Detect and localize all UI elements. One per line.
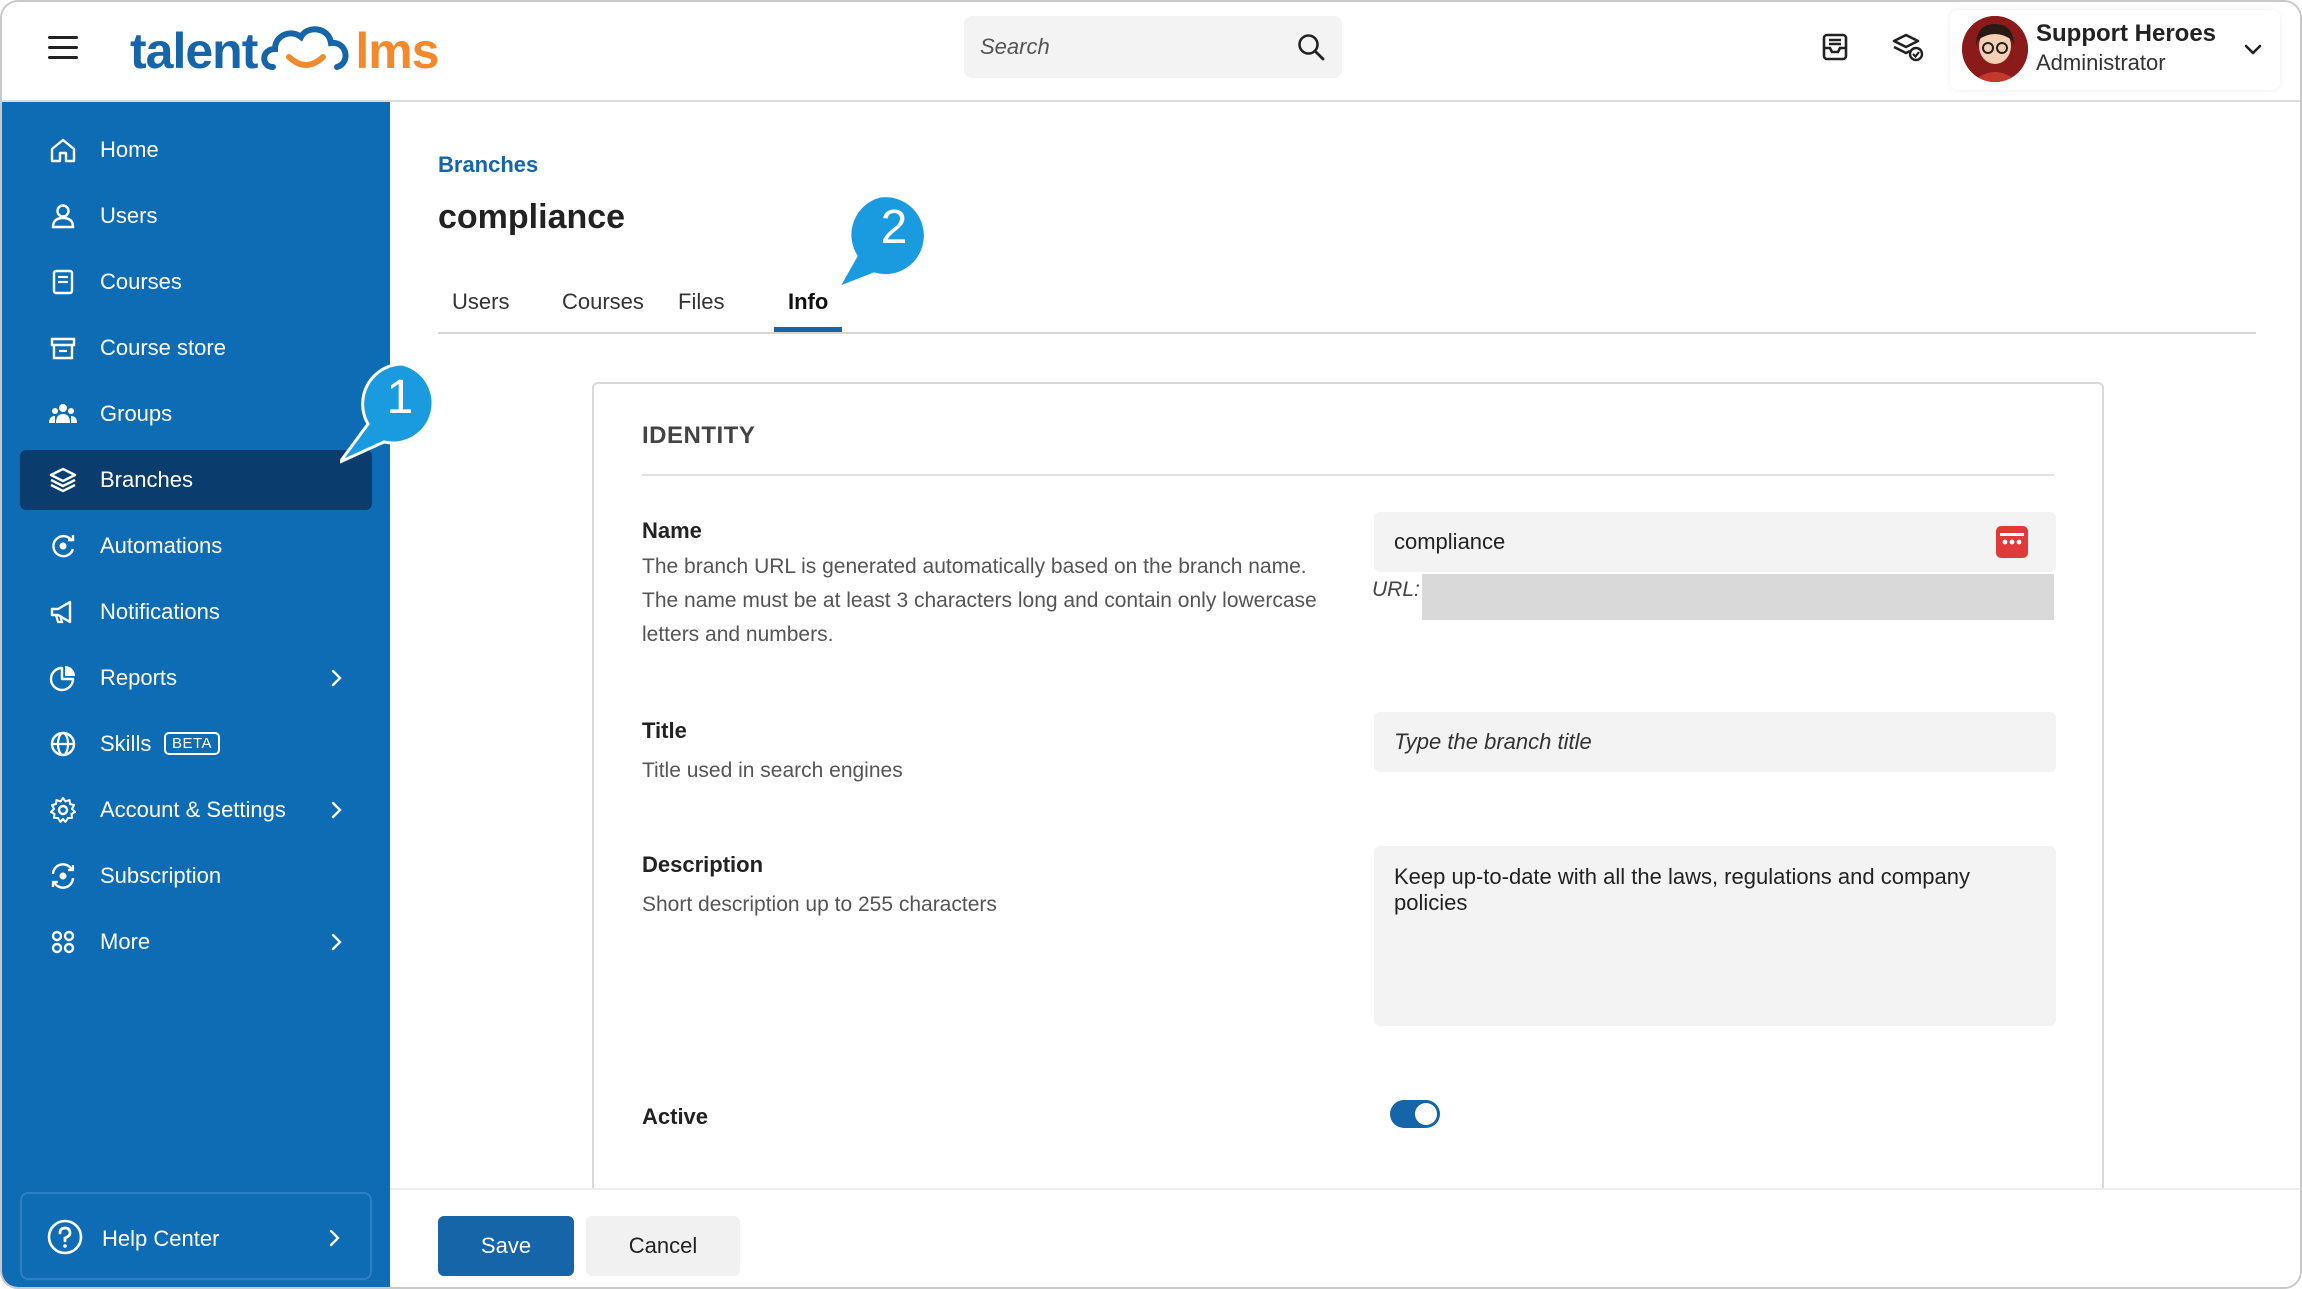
toggle-knob [1415,1103,1437,1125]
sidebar-item-label: Account & Settings [100,797,286,822]
callout-number-2: 2 [880,201,908,254]
sidebar-item-course-store[interactable]: Course store [20,318,372,378]
sidebar-item-more[interactable]: More [20,912,372,972]
tab-files[interactable]: Files [664,282,738,332]
store-icon [50,337,76,360]
grid-icon [51,930,75,954]
sidebar: Home Users Courses Course store Groups B… [2,102,390,1287]
search-input[interactable] [980,16,1280,78]
beta-badge: BETA [164,732,221,755]
sidebar-item-users[interactable]: Users [20,186,372,246]
sidebar-item-automations[interactable]: Automations [20,516,372,576]
title-label: Title [642,718,687,743]
logo-text-talent: talent [130,23,258,79]
chevron-down-icon [2244,44,2262,55]
description-field[interactable]: Keep up-to-date with all the laws, regul… [1374,846,2056,1026]
logo[interactable]: talent lms [130,16,440,86]
sidebar-item-label: Automations [100,533,223,558]
sidebar-item-reports[interactable]: Reports [20,648,372,708]
megaphone-icon [50,600,72,624]
automation-icon [52,534,75,558]
branch-title-field[interactable] [1374,712,2056,772]
help-center-button[interactable]: Help Center [20,1192,372,1280]
section-title: IDENTITY [642,422,756,449]
sidebar-item-label: Courses [100,269,182,294]
url-value [1422,574,2054,620]
breadcrumb[interactable]: Branches [438,152,538,178]
avatar [1962,16,2028,82]
save-button[interactable]: Save [438,1216,574,1276]
groups-icon [49,404,77,423]
identity-card: IDENTITY Name The branch URL is generate… [592,382,2104,1202]
sidebar-item-label: Subscription [100,863,222,888]
url-label: URL: [1372,578,1420,601]
active-toggle[interactable] [1390,1100,1440,1128]
password-manager-icon[interactable] [1996,526,2028,558]
description-help-text: Short description up to 255 characters [642,893,997,916]
sidebar-item-account-settings[interactable]: Account & Settings [20,780,372,840]
help-center-label: Help Center [102,1226,220,1251]
home-icon [50,138,76,163]
app-window: talent lms Search Support Heroes Adminis… [0,0,2302,1289]
sidebar-item-label: More [100,929,151,954]
globe-icon [50,731,76,757]
sidebar-item-label: Branches [100,467,193,492]
sidebar-item-label: Skills [100,731,152,756]
chevron-right-icon [331,669,342,687]
callout-number-1: 1 [386,371,414,424]
tab-users[interactable]: Users [438,282,523,332]
user-icon [51,204,75,229]
sidebar-item-home[interactable]: Home [20,120,372,180]
top-bar: talent lms Search Support Heroes Adminis… [2,2,2300,102]
logo-text-lms: lms [355,23,439,79]
branch-switch-icon[interactable] [1890,30,1924,64]
user-menu[interactable]: Support Heroes Administrator [1950,10,2280,90]
search-box [964,16,1342,78]
cloud-smile-icon [261,26,349,70]
sidebar-item-label: Reports [100,665,178,690]
tab-courses[interactable]: Courses [548,282,658,332]
book-icon [52,269,74,295]
active-label: Active [642,1104,709,1129]
name-field[interactable] [1374,512,2056,572]
sidebar-item-label: Notifications [100,599,220,624]
sidebar-item-notifications[interactable]: Notifications [20,582,372,642]
name-help-text: The branch URL is generated automaticall… [642,555,1317,646]
tab-bar: Users Courses Files Info [438,274,2256,334]
layers-icon [49,467,77,493]
subscription-icon [51,863,75,889]
sidebar-item-label: Home [100,137,159,162]
help-icon [47,1219,83,1255]
page-title: compliance [438,198,626,236]
sidebar-item-label: Users [100,203,158,228]
gear-icon [50,797,76,823]
sidebar-item-subscription[interactable]: Subscription [20,846,372,906]
sidebar-item-branches[interactable]: Branches [20,450,372,510]
chevron-right-icon [329,1229,340,1247]
cancel-button[interactable]: Cancel [586,1216,740,1276]
user-name: Support Heroes [2036,20,2217,47]
sidebar-item-label: Course store [100,335,226,360]
user-role: Administrator [2036,50,2166,75]
sidebar-item-skills[interactable]: Skills BETA [20,714,372,774]
form-footer: Save Cancel [390,1188,2300,1287]
inbox-icon[interactable] [1818,30,1852,64]
chevron-right-icon [331,933,342,951]
menu-icon[interactable] [48,36,78,60]
pie-chart-icon [49,666,75,692]
name-label: Name [642,518,702,543]
search-icon[interactable] [1296,32,1326,62]
title-help-text: Title used in search engines [642,759,903,782]
description-label: Description [642,852,764,877]
chevron-right-icon [331,801,342,819]
sidebar-item-courses[interactable]: Courses [20,252,372,312]
section-divider [642,474,2054,476]
sidebar-item-groups[interactable]: Groups [20,384,372,444]
sidebar-item-label: Groups [100,401,173,426]
